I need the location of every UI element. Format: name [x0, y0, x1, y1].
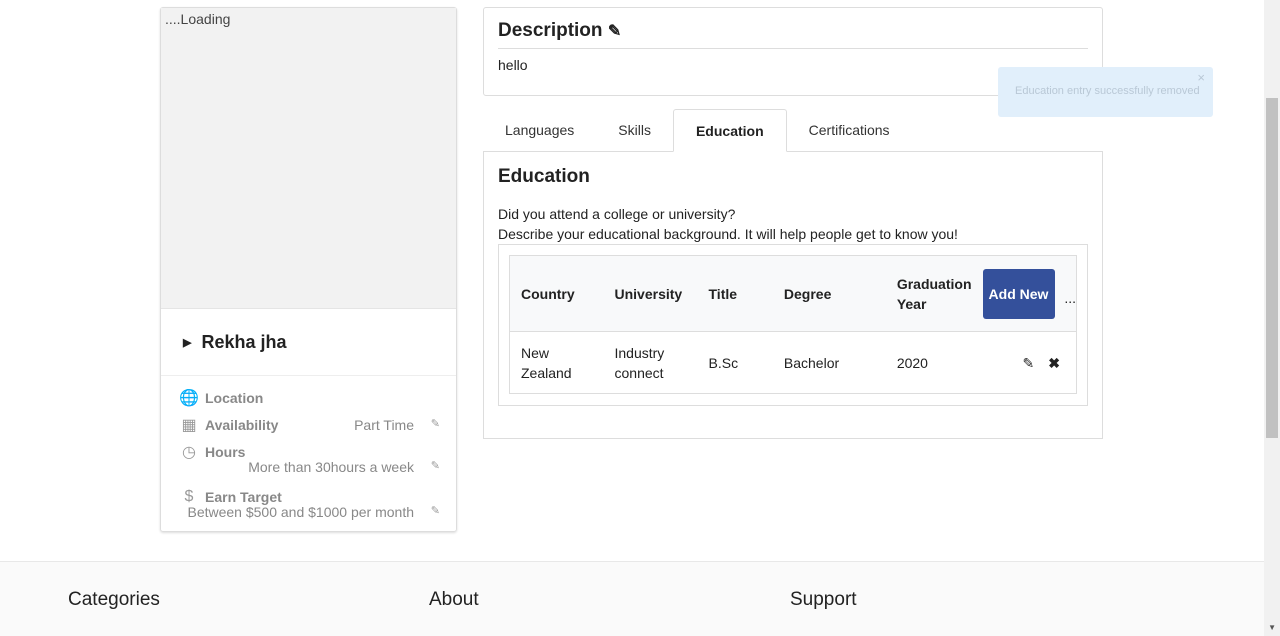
table-row: New Zealand Industry connect B.Sc Bachel… [510, 332, 1077, 394]
cell-university: Industry connect [614, 344, 665, 381]
description-title: Description [498, 20, 603, 41]
profile-card: ....Loading ▶ Rekha jha 🌐 Location ▦ Availa… [160, 7, 457, 532]
toast-notification: Education entry successfully removed × [998, 67, 1213, 117]
hours-value: More than 30hours a week [248, 459, 414, 475]
profile-tabs: Languages Skills Education Certification… [483, 109, 912, 152]
edit-description-icon[interactable]: ✎ [608, 23, 621, 40]
footer-about: About [429, 589, 479, 610]
earn-target-value: Between $500 and $1000 per month [187, 504, 414, 520]
tab-education[interactable]: Education [672, 109, 787, 152]
dollar-icon: $ [184, 487, 194, 505]
profile-name: Rekha jha [201, 331, 287, 352]
education-prompt: Did you attend a college or university? [498, 206, 736, 222]
calendar-icon: ▦ [181, 416, 197, 434]
education-panel: Education Did you attend a college or un… [483, 151, 1103, 439]
col-title: Title [697, 255, 773, 332]
scrollbar-thumb[interactable] [1266, 98, 1278, 438]
toast-message: Education entry successfully removed [1015, 85, 1200, 97]
education-table: Country University Title Degree Graduati… [509, 255, 1077, 394]
profile-name-toggle[interactable]: ▶ Rekha jha [161, 309, 456, 376]
location-row: 🌐 Location [179, 384, 440, 411]
col-graduation-year: Graduation Year [885, 255, 983, 332]
toast-close-icon[interactable]: × [1197, 70, 1205, 85]
tab-languages[interactable]: Languages [483, 109, 596, 152]
scroll-down-icon[interactable]: ▼ [1268, 623, 1276, 632]
tab-certifications[interactable]: Certifications [787, 109, 912, 152]
globe-icon: 🌐 [179, 389, 199, 407]
edit-availability-icon[interactable]: ✎ [431, 417, 440, 430]
scrollbar[interactable]: ▼ [1264, 0, 1280, 636]
label: Hours [205, 443, 246, 460]
edit-icon[interactable]: ✎ [1023, 355, 1035, 371]
cell-title: B.Sc [708, 354, 739, 371]
footer-categories: Categories [68, 589, 160, 610]
footer: Categories About Support [0, 561, 1264, 636]
footer-support: Support [790, 589, 857, 610]
tab-skills[interactable]: Skills [596, 109, 673, 152]
label: Location [205, 389, 264, 406]
education-title: Education [498, 166, 590, 187]
add-new-button[interactable]: Add New [982, 268, 1055, 319]
cell-country: New Zealand [521, 344, 572, 381]
edit-earn-target-icon[interactable]: ✎ [431, 504, 440, 517]
edit-hours-icon[interactable]: ✎ [431, 459, 440, 472]
cell-year: 2020 [896, 354, 928, 371]
label: Availability [205, 416, 279, 433]
cell-degree: Bachelor [783, 354, 840, 371]
education-subtext: Describe your educational background. It… [498, 226, 958, 242]
label: Earn Target [205, 488, 282, 505]
more-indicator: ... [1064, 290, 1076, 306]
caret-right-icon: ▶ [183, 336, 192, 349]
availability-value: Part Time [354, 416, 414, 433]
profile-image: ....Loading [161, 8, 456, 309]
col-university: University [603, 255, 698, 332]
delete-icon[interactable]: ✖ [1048, 355, 1060, 371]
col-country: Country [509, 255, 604, 332]
availability-row: ▦ Availability Part Time ✎ [179, 411, 440, 438]
col-degree: Degree [772, 255, 886, 332]
